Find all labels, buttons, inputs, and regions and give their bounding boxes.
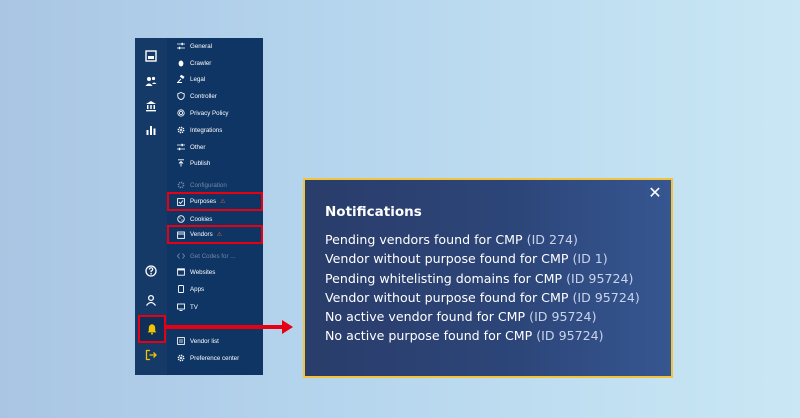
tv-icon (177, 303, 185, 311)
sidebar-item-general[interactable]: General (167, 38, 263, 54)
menu-label: Apps (190, 285, 205, 293)
notification-item[interactable]: Vendor without purpose found for CMP (ID… (325, 249, 671, 268)
logout-icon[interactable] (141, 345, 161, 365)
section-heading-get-codes: Get Codes for ... (167, 248, 263, 264)
notification-text: No active vendor found for CMP (325, 309, 526, 325)
browser-icon (177, 268, 185, 276)
store-icon (177, 231, 185, 239)
menu-label: Websites (190, 268, 216, 276)
notification-id: (ID 95724) (529, 309, 597, 325)
cookie-icon (177, 215, 185, 223)
menu-label: Cookies (190, 215, 213, 223)
sliders-icon (177, 42, 185, 50)
upload-icon (178, 159, 184, 167)
menu-label: Privacy Policy (190, 109, 229, 117)
notification-id: (ID 95724) (572, 289, 640, 305)
bar-chart-icon[interactable] (141, 120, 161, 140)
bug-icon (178, 60, 184, 67)
menu-label: TV (190, 303, 198, 311)
menu-label: Vendors (190, 231, 213, 238)
notifications-title: Notifications (325, 204, 422, 220)
menu-label: Integrations (190, 126, 223, 134)
menu-label: Purposes (190, 198, 217, 205)
menu-label: Publish (190, 159, 211, 167)
fingerprint-icon (177, 109, 185, 117)
sidebar-item-preference-center[interactable]: Preference center (167, 350, 263, 366)
apps-icon (178, 285, 184, 293)
menu-label: Legal (190, 75, 206, 83)
sidebar-item-legal[interactable]: Legal (167, 71, 263, 87)
sidebar-item-crawler[interactable]: Crawler (167, 55, 263, 71)
pointer-arrow-head (282, 320, 293, 334)
notification-text: Vendor without purpose found for CMP (325, 251, 569, 267)
notification-text: Pending vendors found for CMP (325, 232, 523, 247)
check-square-icon (177, 197, 185, 206)
warning-icon: ⚠ (220, 199, 226, 205)
pointer-arrow-shaft (166, 325, 282, 329)
dashboard-icon[interactable] (141, 46, 161, 66)
user-icon[interactable] (141, 290, 161, 310)
notification-text: No active purpose found for CMP (325, 328, 533, 344)
notification-id: (ID 274) (526, 232, 578, 247)
gear-icon (177, 126, 185, 134)
notification-text: Pending whitelisting domains for CMP (325, 270, 563, 286)
menu-label: Preference center (190, 354, 240, 362)
app-root: General Crawler Legal Controller Privacy… (0, 0, 800, 418)
warning-icon: ⚠ (216, 232, 223, 238)
gear-icon (177, 354, 185, 362)
sidebar-item-vendor-list[interactable]: Vendor list (167, 333, 263, 349)
menu-label: Crawler (190, 59, 212, 67)
shield-icon (177, 92, 185, 100)
section-heading-label: Get Codes for ... (190, 252, 236, 260)
notification-id: (ID 95724) (566, 270, 634, 286)
notifications-panel: ✕ Notifications Pending vendors found fo… (303, 178, 673, 378)
notification-item[interactable]: No active purpose found for CMP (ID 9572… (325, 326, 671, 345)
menu-label: Vendor list (190, 337, 219, 345)
gavel-icon (177, 75, 185, 83)
sidebar-item-controller[interactable]: Controller (167, 88, 263, 104)
notification-text: Vendor without purpose found for CMP (325, 289, 569, 305)
notification-item[interactable]: No active vendor found for CMP (ID 95724… (325, 307, 671, 326)
notification-id: (ID 1) (572, 251, 608, 267)
bank-icon[interactable] (141, 96, 161, 116)
sidebar-item-vendors[interactable]: Vendors ⚠ (167, 225, 263, 244)
menu-label: Controller (190, 92, 217, 100)
sidebar-item-publish[interactable]: Publish (167, 155, 263, 171)
users-icon[interactable] (141, 71, 161, 91)
sidebar-item-privacy-policy[interactable]: Privacy Policy (167, 105, 263, 121)
notifications-list: Pending vendors found for CMP (ID 274) V… (325, 230, 671, 346)
section-heading-label: Configuration (190, 181, 227, 189)
notification-id: (ID 95724) (536, 328, 604, 344)
notification-item[interactable]: Pending vendors found for CMP (ID 274) (325, 230, 671, 249)
section-heading-configuration: Configuration (167, 177, 263, 193)
sidebar-item-purposes[interactable]: Purposes ⚠ (167, 192, 263, 211)
sidebar-item-integrations[interactable]: Integrations (167, 122, 263, 138)
gear-icon (177, 181, 185, 189)
sidebar-item-apps[interactable]: Apps (167, 281, 263, 297)
code-icon (177, 253, 185, 259)
sidebar-item-other[interactable]: Other (167, 139, 263, 155)
help-icon[interactable] (141, 261, 161, 281)
sidebar-item-tv[interactable]: TV (167, 299, 263, 315)
bell-icon (147, 324, 157, 335)
notifications-bell-button[interactable] (138, 315, 166, 343)
list-icon (177, 337, 185, 345)
sidebar-item-websites[interactable]: Websites (167, 264, 263, 280)
menu-label: General (190, 42, 213, 50)
close-icon[interactable]: ✕ (647, 185, 663, 201)
notification-item[interactable]: Pending whitelisting domains for CMP (ID… (325, 269, 671, 288)
menu-label: Other (190, 143, 206, 151)
notification-item[interactable]: Vendor without purpose found for CMP (ID… (325, 288, 671, 307)
sliders-icon (177, 143, 185, 151)
